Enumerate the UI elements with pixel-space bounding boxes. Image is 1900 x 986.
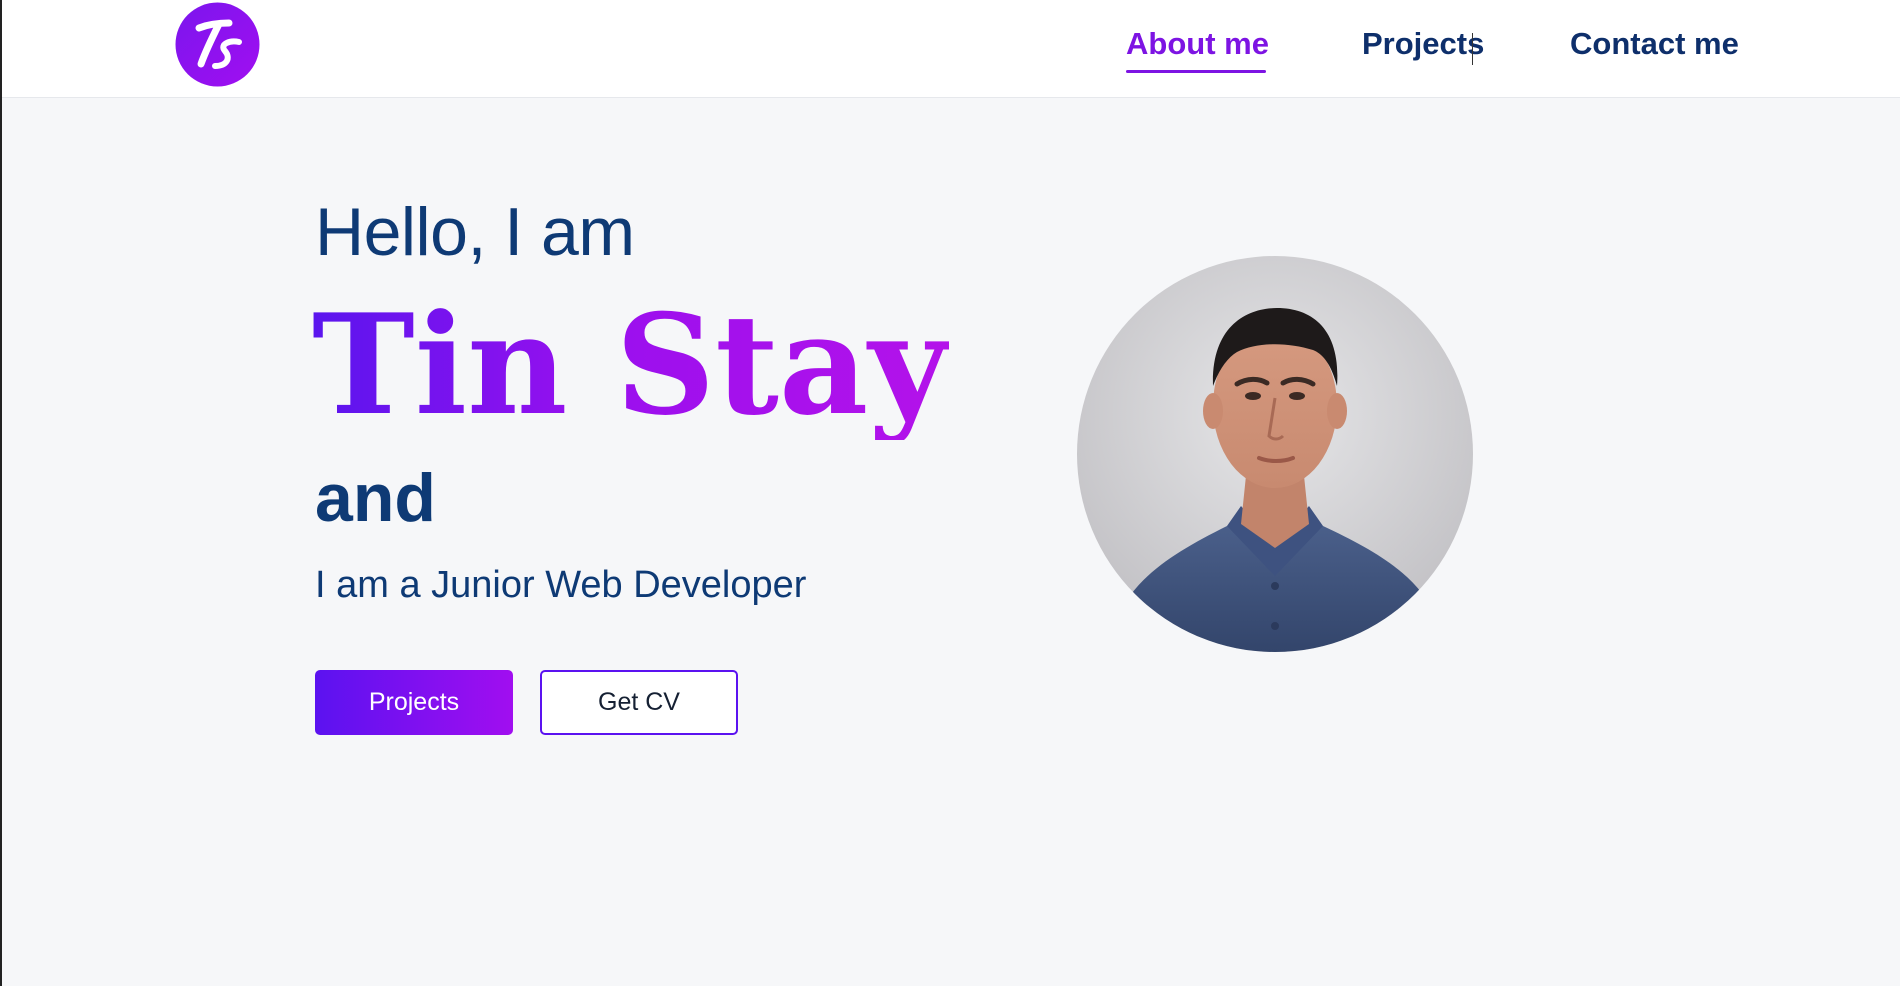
window-edge — [0, 0, 2, 986]
profile-photo — [1077, 256, 1473, 652]
role-text: I am a Junior Web Developer — [315, 564, 807, 606]
logo-icon[interactable] — [175, 2, 260, 87]
hero-name: Tin Stay — [312, 283, 949, 446]
nav-about-me[interactable]: About me — [1126, 26, 1269, 62]
active-nav-indicator — [1126, 70, 1266, 73]
projects-button[interactable]: Projects — [315, 670, 513, 735]
nav-contact-me[interactable]: Contact me — [1570, 26, 1739, 62]
get-cv-button[interactable]: Get CV — [540, 670, 738, 735]
text-cursor — [1472, 33, 1473, 65]
greeting-text: Hello, I am — [315, 194, 635, 270]
site-header: About me Projects Contact me — [0, 0, 1900, 98]
nav-projects[interactable]: Projects — [1362, 26, 1484, 62]
connector-text: and — [315, 460, 436, 536]
